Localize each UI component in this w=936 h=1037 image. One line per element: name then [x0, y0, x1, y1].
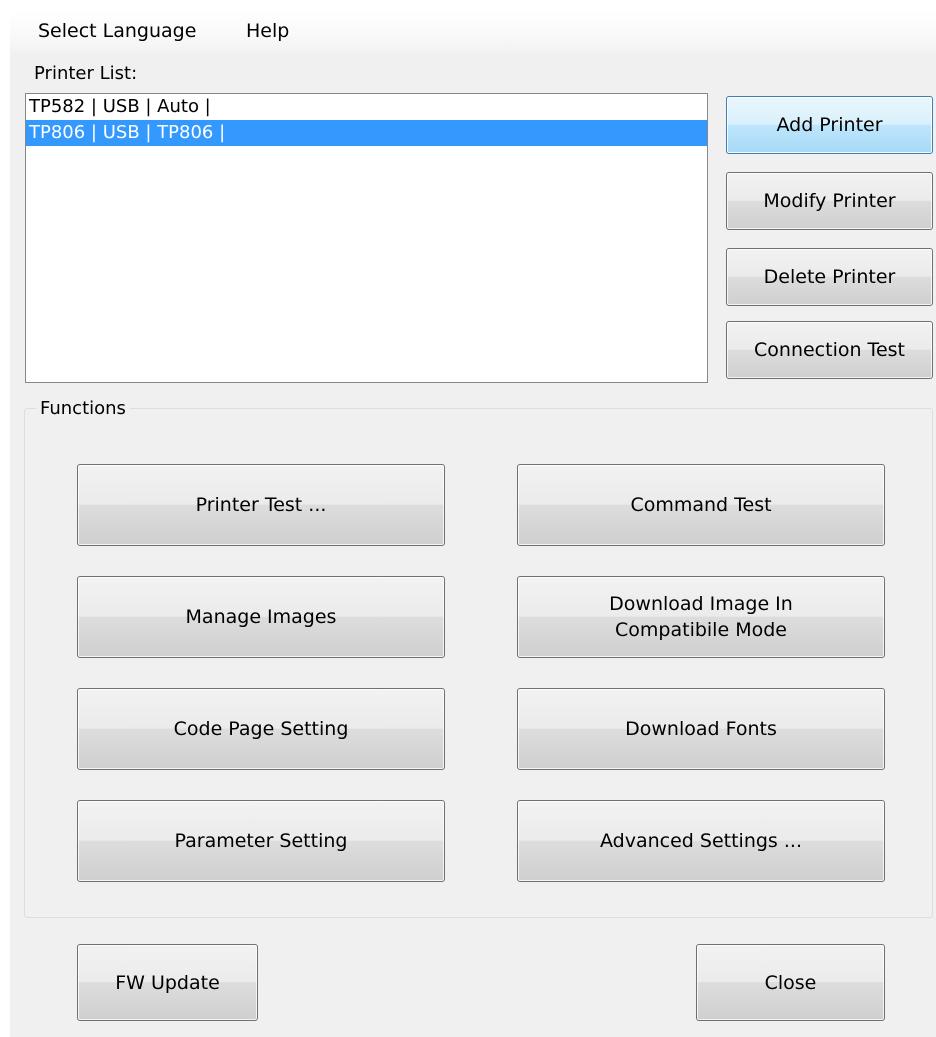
advanced-settings-button[interactable]: Advanced Settings ... — [517, 800, 885, 882]
command-test-button[interactable]: Command Test — [517, 464, 885, 546]
code-page-setting-button[interactable]: Code Page Setting — [77, 688, 445, 770]
printer-listbox[interactable]: TP582 | USB | Auto | TP806 | USB | TP806… — [25, 93, 708, 383]
download-image-compatible-button[interactable]: Download Image In Compatibile Mode — [517, 576, 885, 658]
menu-help[interactable]: Help — [246, 19, 289, 43]
printer-list-item-selected[interactable]: TP806 | USB | TP806 | — [26, 120, 707, 146]
menu-select-language[interactable]: Select Language — [38, 19, 196, 43]
close-button[interactable]: Close — [696, 944, 885, 1021]
add-printer-button[interactable]: Add Printer — [726, 96, 933, 154]
delete-printer-button[interactable]: Delete Printer — [726, 248, 933, 306]
printer-list-label: Printer List: — [34, 63, 138, 84]
download-fonts-button[interactable]: Download Fonts — [517, 688, 885, 770]
modify-printer-button[interactable]: Modify Printer — [726, 172, 933, 230]
fw-update-button[interactable]: FW Update — [77, 944, 258, 1021]
parameter-setting-button[interactable]: Parameter Setting — [77, 800, 445, 882]
manage-images-button[interactable]: Manage Images — [77, 576, 445, 658]
functions-group-title: Functions — [36, 397, 130, 421]
connection-test-button[interactable]: Connection Test — [726, 321, 933, 379]
printer-list-item[interactable]: TP582 | USB | Auto | — [26, 94, 707, 120]
printer-test-button[interactable]: Printer Test ... — [77, 464, 445, 546]
